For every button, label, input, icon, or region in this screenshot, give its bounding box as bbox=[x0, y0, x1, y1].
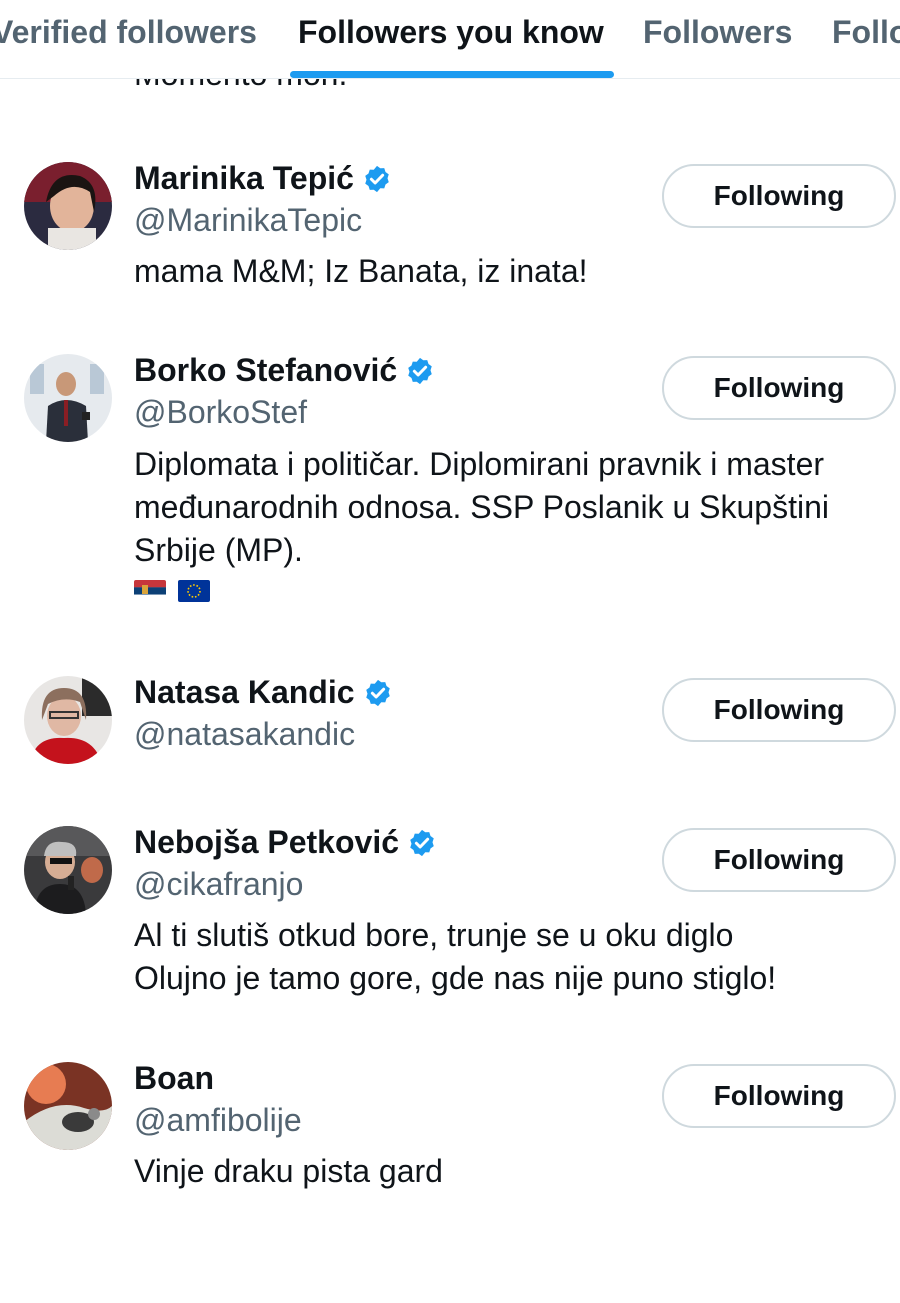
tab-verified-followers[interactable]: Verified followers bbox=[0, 14, 257, 51]
avatar[interactable] bbox=[24, 354, 112, 442]
verified-badge-icon bbox=[408, 357, 432, 384]
user-bio: Al ti slutiš otkud bore, trunje se u oku… bbox=[134, 917, 777, 996]
tab-followers-you-know[interactable]: Followers you know bbox=[298, 14, 604, 51]
avatar[interactable] bbox=[24, 676, 112, 764]
user-handle[interactable]: @cikafranjo bbox=[134, 866, 303, 903]
following-button[interactable]: Following bbox=[662, 678, 896, 742]
following-button[interactable]: Following bbox=[662, 828, 896, 892]
user-bio: Diplomata i političar. Diplomirani pravn… bbox=[134, 446, 829, 568]
user-name[interactable]: Marinika Tepić bbox=[134, 160, 392, 197]
user-handle[interactable]: @amfibolije bbox=[134, 1102, 302, 1139]
verified-badge-icon bbox=[365, 165, 389, 192]
avatar[interactable] bbox=[24, 162, 112, 250]
tab-following[interactable]: Following bbox=[832, 14, 900, 51]
avatar[interactable] bbox=[24, 826, 112, 914]
user-name[interactable]: Nebojša Petković bbox=[134, 824, 437, 861]
eu-flag-icon bbox=[178, 580, 210, 602]
user-name[interactable]: Natasa Kandic bbox=[134, 674, 393, 711]
user-name[interactable]: Boan bbox=[134, 1060, 214, 1097]
following-button[interactable]: Following bbox=[662, 356, 896, 420]
user-bio: Vinje draku pista gard bbox=[134, 1153, 443, 1189]
tab-followers[interactable]: Followers bbox=[643, 14, 792, 51]
serbia-flag-icon bbox=[134, 580, 166, 602]
tab-bar: Verified followers Followers you know Fo… bbox=[0, 0, 900, 79]
active-tab-indicator bbox=[290, 71, 614, 78]
following-button[interactable]: Following bbox=[662, 1064, 896, 1128]
following-button[interactable]: Following bbox=[662, 164, 896, 228]
avatar[interactable] bbox=[24, 1062, 112, 1150]
user-handle[interactable]: @MarinikaTepic bbox=[134, 202, 362, 239]
user-handle[interactable]: @BorkoStef bbox=[134, 394, 307, 431]
user-name[interactable]: Borko Stefanović bbox=[134, 352, 435, 389]
user-bio: mama M&M; Iz Banata, iz inata! bbox=[134, 253, 588, 289]
bio-flags bbox=[134, 580, 210, 602]
user-handle[interactable]: @natasakandic bbox=[134, 716, 355, 753]
verified-badge-icon bbox=[365, 679, 390, 706]
verified-badge-icon bbox=[410, 829, 434, 856]
